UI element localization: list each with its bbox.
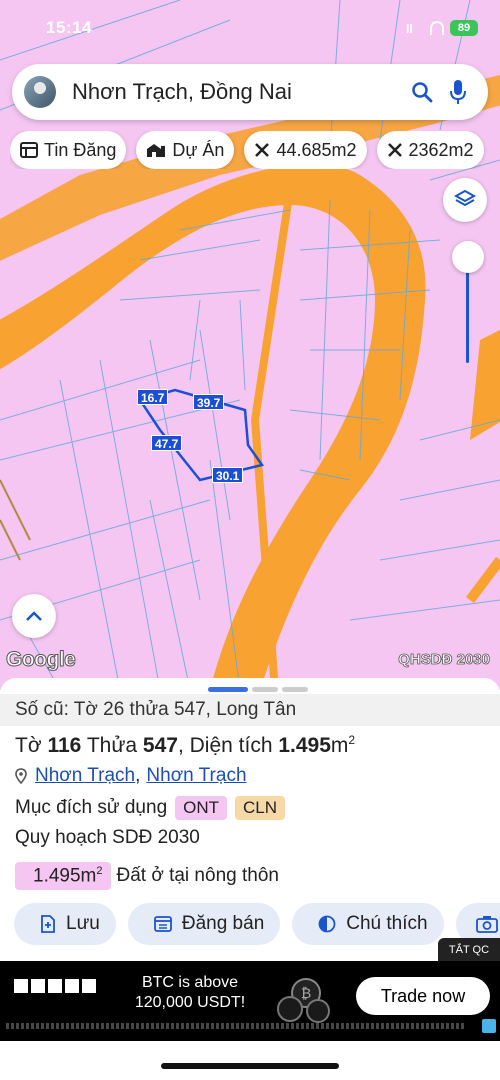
- search-location-text[interactable]: Nhơn Trạch, Đồng Nai: [72, 79, 404, 105]
- battery-icon: 89: [450, 20, 478, 36]
- dimension-label: 16.7: [137, 389, 169, 405]
- land-use-tag: CLN: [235, 796, 286, 820]
- ad-disclaimer: [6, 1023, 466, 1029]
- search-bar[interactable]: Nhơn Trạch, Đồng Nai: [12, 64, 488, 120]
- svg-text:₿: ₿: [301, 986, 311, 1002]
- area-unit: m: [330, 734, 349, 757]
- measure-icon: [254, 142, 270, 158]
- chip-area-1[interactable]: 44.685m2: [244, 131, 367, 169]
- save-label: Lưu: [66, 913, 100, 934]
- land-use-label: Mục đích sử dụng: [15, 797, 168, 818]
- commune-link[interactable]: Nhơn Trạch: [146, 765, 246, 787]
- location-row: Nhơn Trạch, Nhơn Trạch: [15, 765, 247, 787]
- ad-banner[interactable]: BTC is above 120,000 USDT! ₿ Trade now: [0, 961, 500, 1041]
- legend-icon: [318, 915, 336, 933]
- area-value: 1.495: [278, 734, 331, 757]
- okx-logo: [14, 979, 96, 993]
- chip-area-1-label: 44.685m2: [276, 139, 357, 160]
- status-bar: 15:14 ll 89: [0, 0, 500, 54]
- layers-icon: [453, 189, 477, 207]
- dimension-label: 30.1: [212, 467, 244, 483]
- home-indicator[interactable]: [161, 1063, 339, 1069]
- status-time: 15:14: [46, 18, 92, 37]
- post-sale-button[interactable]: Đăng bán: [127, 903, 281, 945]
- district-link[interactable]: Nhơn Trạch: [35, 765, 135, 787]
- microphone-icon[interactable]: [440, 74, 476, 110]
- filter-chips: Tin Đăng Dự Án 44.685m2 2362m2: [10, 131, 500, 169]
- old-parcel-number: Số cũ: Tờ 26 thửa 547, Long Tân: [0, 694, 500, 726]
- expand-up-button[interactable]: [12, 594, 56, 638]
- sheet-label: Tờ: [15, 734, 42, 757]
- post-sale-label: Đăng bán: [181, 913, 265, 934]
- sheet-number: 116: [47, 734, 82, 757]
- chip-projects[interactable]: Dự Án: [136, 131, 235, 169]
- building-icon: [146, 142, 166, 158]
- trade-now-button[interactable]: Trade now: [356, 977, 490, 1015]
- avatar[interactable]: [24, 76, 56, 108]
- land-use-row: Mục đích sử dụng ONT CLN: [15, 796, 286, 820]
- ad-headline: BTC is above 120,000 USDT!: [134, 974, 246, 1011]
- save-icon: [40, 915, 56, 933]
- layers-button[interactable]: [443, 178, 487, 222]
- legend-button[interactable]: Chú thích: [292, 903, 444, 945]
- google-logo: Google: [5, 648, 76, 672]
- lot-number: 547: [142, 734, 178, 757]
- area-detail-row: 1.495m2 Đất ở tại nông thôn: [15, 862, 279, 891]
- parcel-summary: Tờ 116 Thửa 547, Diện tích 1.495m2: [15, 733, 356, 757]
- location-pin-icon: [15, 768, 27, 784]
- camera-icon: [475, 915, 498, 933]
- search-icon[interactable]: [404, 74, 440, 110]
- wifi-icon: [430, 21, 444, 35]
- save-button[interactable]: Lưu: [14, 903, 116, 945]
- map-view[interactable]: 15:14 ll 89 Nhơn Trạch, Đồng Nai Tin Đăn…: [0, 0, 500, 690]
- area-badge: 1.495m2: [15, 862, 111, 891]
- measure-icon: [387, 142, 403, 158]
- calendar-icon: [153, 916, 172, 932]
- chip-projects-label: Dự Án: [172, 139, 225, 160]
- chip-area-2-label: 2362m2: [408, 139, 474, 160]
- land-use-tag: ONT: [175, 796, 228, 820]
- land-type-description: Đất ở tại nông thôn: [116, 865, 279, 887]
- signal-icon: ll: [406, 22, 413, 36]
- opacity-slider-track[interactable]: [466, 258, 469, 363]
- sheet-pager[interactable]: [208, 687, 308, 692]
- status-icons: ll 89: [406, 20, 478, 36]
- chip-listings[interactable]: Tin Đăng: [10, 131, 127, 169]
- map-layer-label: QHSDĐ 2030: [398, 651, 491, 669]
- action-buttons: Lưu Đăng bán Chú thích: [14, 903, 500, 945]
- hide-ads-button[interactable]: TẮT QC: [438, 938, 500, 962]
- legend-label: Chú thích: [346, 913, 428, 934]
- listing-icon: [20, 142, 38, 158]
- parcel-info-sheet[interactable]: Số cũ: Tờ 26 thửa 547, Long Tân Tờ 116 T…: [0, 678, 500, 963]
- location-separator: ,: [135, 765, 141, 786]
- chip-listings-label: Tin Đăng: [44, 139, 117, 160]
- chevron-up-icon: [26, 611, 42, 621]
- dimension-label: 39.7: [193, 394, 225, 410]
- bitcoin-icon: ₿: [277, 978, 330, 1023]
- planning-label: Quy hoạch SDĐ 2030: [15, 827, 200, 848]
- area-label: Diện tích: [189, 734, 273, 757]
- ad-info-icon[interactable]: [482, 1019, 496, 1033]
- dimension-label: 47.7: [151, 435, 183, 451]
- lot-label: Thửa: [86, 734, 138, 757]
- area-unit-sup: 2: [348, 733, 356, 747]
- opacity-slider-handle[interactable]: [452, 241, 484, 273]
- chip-area-2[interactable]: 2362m2: [376, 131, 484, 169]
